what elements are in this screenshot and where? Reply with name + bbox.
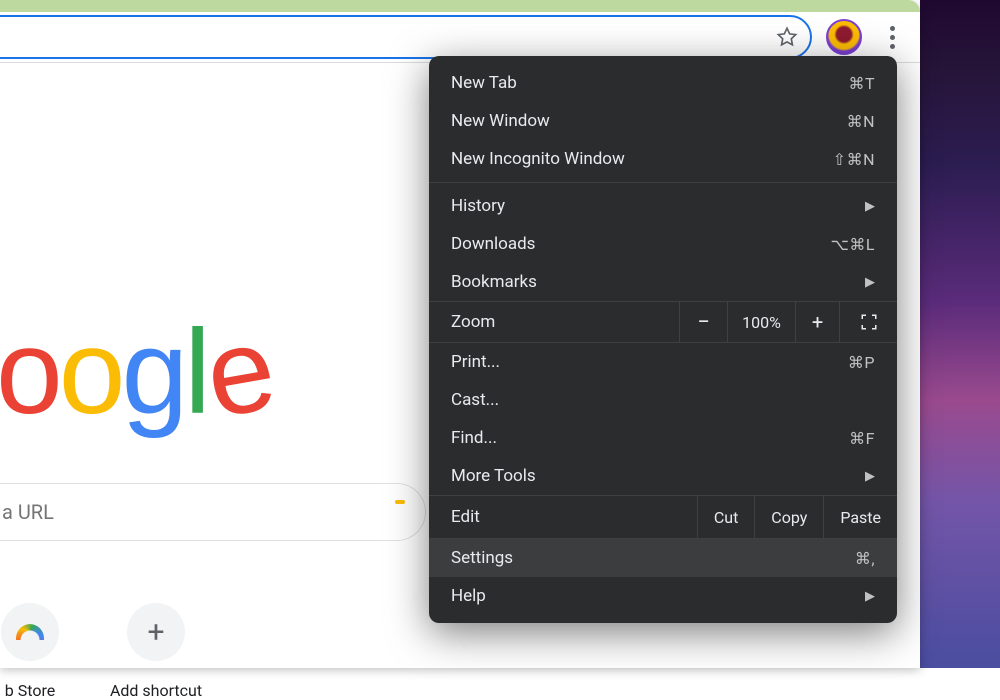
menu-downloads[interactable]: Downloads ⌥⌘L (429, 225, 897, 263)
chrome-window: oogle a URL b Store + Add shortcut New T… (0, 0, 920, 668)
menu-new-window[interactable]: New Window ⌘N (429, 102, 897, 140)
chevron-right-icon: ▶ (865, 469, 875, 484)
menu-paste[interactable]: Paste (823, 496, 897, 538)
plus-icon: + (127, 603, 185, 661)
fullscreen-icon (860, 313, 878, 331)
menu-separator (429, 182, 897, 183)
shortcut-label: b Store (5, 681, 55, 700)
menu-edit-label: Edit (429, 496, 697, 538)
menu-zoom-label: Zoom (429, 302, 679, 342)
menu-copy[interactable]: Copy (754, 496, 823, 538)
menu-cut[interactable]: Cut (697, 496, 754, 538)
profile-avatar[interactable] (826, 19, 862, 55)
fullscreen-button[interactable] (839, 302, 897, 342)
menu-find[interactable]: Find... ⌘F (429, 419, 897, 457)
menu-print[interactable]: Print... ⌘P (429, 343, 897, 381)
address-bar[interactable] (0, 15, 812, 59)
menu-new-tab[interactable]: New Tab ⌘T (429, 64, 897, 102)
zoom-in-button[interactable]: + (795, 302, 839, 342)
shortcut-add[interactable]: + Add shortcut (120, 603, 192, 700)
vertical-dots-icon (890, 26, 895, 49)
chrome-menu-button[interactable] (874, 19, 910, 55)
menu-help[interactable]: Help ▶ (429, 577, 897, 615)
shortcut-label: Add shortcut (110, 681, 202, 700)
menu-history[interactable]: History ▶ (429, 187, 897, 225)
zoom-out-button[interactable]: − (679, 302, 727, 342)
bookmark-star-icon[interactable] (776, 26, 798, 48)
desktop-wallpaper (920, 0, 1000, 668)
menu-cast[interactable]: Cast... (429, 381, 897, 419)
browser-toolbar (0, 12, 920, 62)
chevron-right-icon: ▶ (865, 199, 875, 214)
web-store-icon (16, 624, 44, 640)
voice-search-icon[interactable] (395, 500, 405, 504)
bookmark-bar-strip (0, 0, 920, 12)
chrome-main-menu: New Tab ⌘T New Window ⌘N New Incognito W… (429, 56, 897, 623)
chevron-right-icon: ▶ (865, 275, 875, 290)
menu-new-incognito[interactable]: New Incognito Window ⇧⌘N (429, 140, 897, 178)
search-input[interactable]: a URL (0, 483, 426, 541)
zoom-value: 100% (727, 302, 795, 342)
menu-bookmarks[interactable]: Bookmarks ▶ (429, 263, 897, 301)
google-logo: oogle (0, 303, 270, 441)
menu-settings[interactable]: Settings ⌘, (429, 539, 897, 577)
chevron-right-icon: ▶ (865, 589, 875, 604)
search-placeholder: a URL (2, 500, 54, 524)
shortcut-web-store[interactable]: b Store (0, 603, 66, 700)
menu-zoom-row: Zoom − 100% + (429, 301, 897, 343)
shortcuts-row: b Store + Add shortcut (0, 603, 192, 700)
menu-more-tools[interactable]: More Tools ▶ (429, 457, 897, 495)
menu-edit-row: Edit Cut Copy Paste (429, 495, 897, 539)
